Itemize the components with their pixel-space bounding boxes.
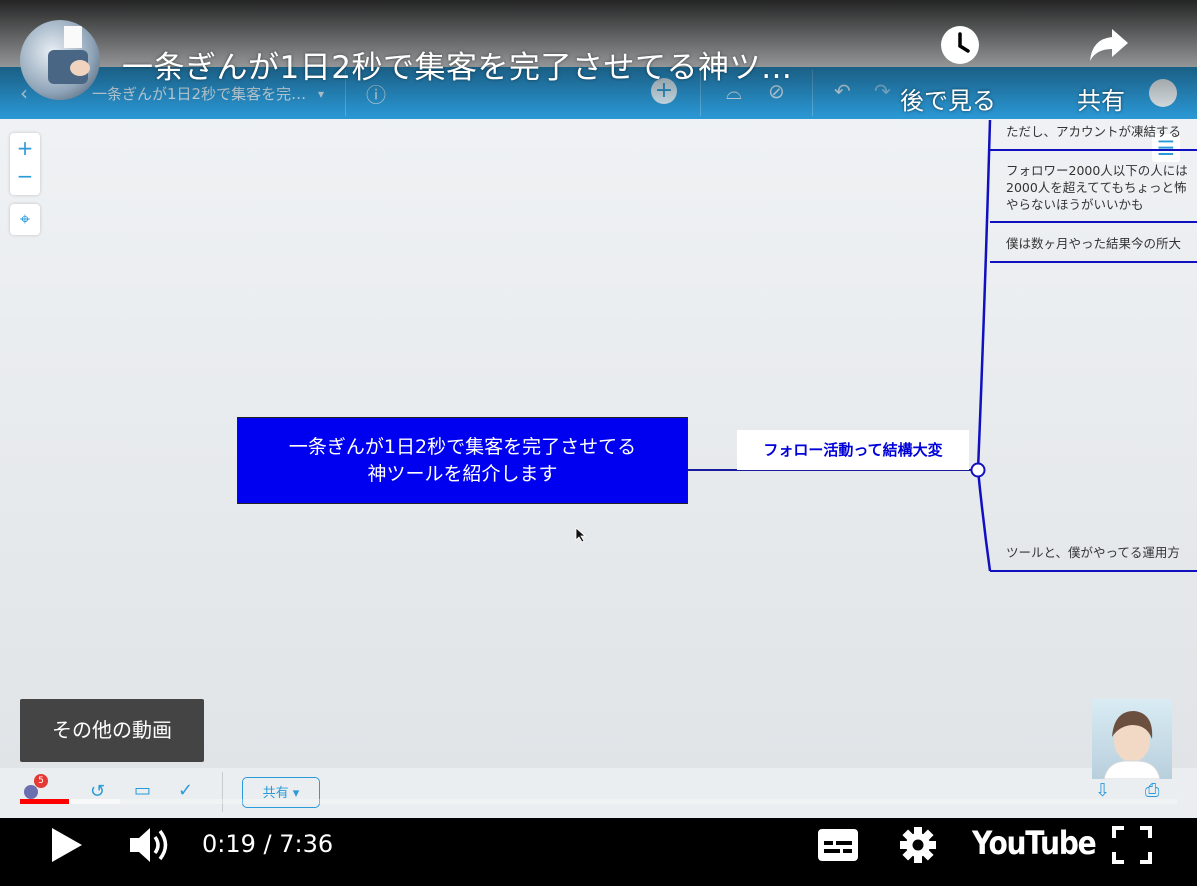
subtopic-node[interactable]: ツールと、僕がやってる運用方 [1006, 544, 1180, 561]
clock-icon [941, 26, 979, 64]
subtopic-line: やらないほうがいいかも [1006, 197, 1144, 212]
channel-avatar[interactable] [1092, 699, 1172, 779]
print-icon[interactable]: ⎙ [1145, 780, 1159, 801]
video-frame[interactable]: ‹ 一条ぎんが1日2秒で集客を完… ▾ ⓘ + ⌓ ⊘ ↶ ↷ + − ⌖ ☰ … [0, 0, 1197, 818]
share-arrow-icon [1090, 29, 1128, 61]
channel-avatar[interactable] [20, 20, 100, 100]
subtopic-node[interactable]: フォロワー2000人以下の人には 2000人を超えててもちょっと怖 やらないほう… [1006, 162, 1188, 213]
subtitles-icon[interactable] [817, 828, 859, 862]
progress-bar[interactable] [20, 799, 1177, 804]
subtopic-node[interactable]: ただし、アカウントが凍結する [1006, 123, 1181, 140]
watch-later-button[interactable] [930, 25, 990, 71]
fullscreen-icon[interactable] [1112, 826, 1152, 864]
video-title[interactable]: 一条ぎんが1日2秒で集客を完了させてる神ツ… [122, 42, 792, 87]
mouse-cursor-icon [575, 527, 587, 543]
notification-badge: 5 [34, 774, 48, 788]
subtopic-node[interactable]: 僕は数ヶ月やった結果今の所大 [1006, 235, 1181, 252]
played-bar [20, 799, 69, 804]
watch-later-label[interactable]: 後で見る [900, 81, 996, 116]
youtube-logo[interactable]: YouTube [972, 824, 1097, 862]
check-icon[interactable]: ✓ [178, 780, 193, 801]
central-topic-node[interactable]: 一条ぎんが1日2秒で集客を完了させてる 神ツールを紹介します [237, 417, 688, 504]
download-icon[interactable]: ⇩ [1095, 780, 1110, 801]
subtopic-line: 2000人を超えててもちょっと怖 [1006, 180, 1187, 195]
present-icon[interactable]: ▭ [134, 780, 151, 801]
current-time: 0:19 [202, 830, 256, 858]
subtopic-line: フォロワー2000人以下の人には [1006, 163, 1188, 178]
time-display: 0:19 / 7:36 [202, 830, 334, 858]
play-icon[interactable] [48, 826, 84, 864]
volume-icon[interactable] [128, 825, 174, 865]
settings-gear-icon[interactable] [898, 825, 938, 865]
duration: 7:36 [279, 830, 334, 858]
central-topic-line2: 神ツールを紹介します [367, 463, 558, 485]
central-topic-line1: 一条ぎんが1日2秒で集客を完了させてる [288, 436, 637, 458]
share-button[interactable] [1078, 25, 1138, 71]
help-icon[interactable] [24, 785, 38, 799]
more-videos-button[interactable]: その他の動画 [20, 699, 204, 762]
share-label[interactable]: 共有 [1077, 81, 1125, 116]
branch-node[interactable]: フォロー活動って結構大変 [737, 430, 969, 470]
